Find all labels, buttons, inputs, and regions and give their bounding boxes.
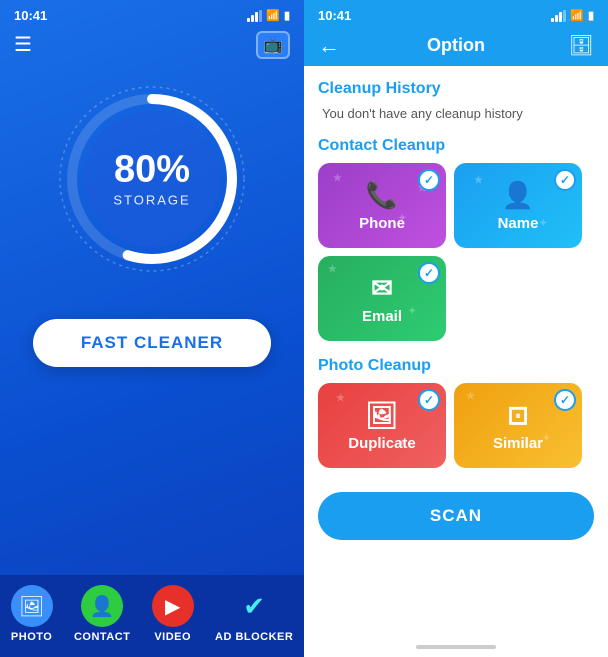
name-card-icon: 👤 [502, 180, 534, 211]
nav-item-contact[interactable]: 👤 CONTACT [74, 585, 130, 643]
storage-circle: 80% STORAGE [52, 79, 252, 279]
top-bar-left: ☰ 📺 [0, 27, 304, 59]
left-panel: 10:41 📶 ▮ ☰ 📺 80% [0, 0, 304, 657]
bottom-bar [416, 645, 496, 649]
similar-check: ✓ [554, 389, 576, 411]
email-check: ✓ [418, 262, 440, 284]
nav-label-video: VIDEO [154, 631, 191, 643]
hamburger-icon[interactable]: ☰ [14, 35, 32, 55]
bottom-nav: 🖼 PHOTO 👤 CONTACT ▶ VIDEO ✔ AD BLOCKER [0, 575, 304, 657]
scan-button[interactable]: SCAN [318, 492, 594, 540]
duplicate-card-icon: 🖼 [365, 400, 398, 431]
database-icon[interactable]: 🗄 [569, 33, 594, 58]
storage-label: STORAGE [113, 193, 190, 208]
photo-icon: 🖼 [11, 585, 53, 627]
storage-text: 80% STORAGE [113, 151, 190, 208]
duplicate-check: ✓ [418, 389, 440, 411]
adblocker-icon: ✔ [233, 585, 275, 627]
battery-icon: ▮ [284, 9, 290, 22]
name-label: Name [498, 215, 539, 232]
time-left: 10:41 [14, 8, 47, 23]
right-content: Cleanup History You don't have any clean… [304, 66, 608, 637]
email-card-icon: ✉ [371, 273, 393, 304]
back-button[interactable]: ← [318, 33, 340, 59]
contact-icon: 👤 [81, 585, 123, 627]
nav-label-adblocker: AD BLOCKER [215, 631, 293, 643]
phone-label: Phone [359, 215, 405, 232]
status-icons-right: 📶 ▮ [551, 9, 594, 22]
status-bar-left: 10:41 📶 ▮ [0, 0, 304, 27]
similar-label: Similar [493, 435, 543, 452]
option-title: Option [427, 35, 485, 56]
signal-icon-right [551, 10, 566, 22]
card-similar[interactable]: ★ ✦ ✓ ⊡ Similar [454, 383, 582, 468]
photo-cleanup-title: Photo Cleanup [318, 357, 594, 375]
card-phone[interactable]: ★ ✦ ★ ✓ 📞 Phone [318, 163, 446, 248]
cleanup-history-empty: You don't have any cleanup history [318, 106, 594, 121]
cleanup-history-title: Cleanup History [318, 80, 594, 98]
time-right: 10:41 [318, 8, 351, 23]
name-check: ✓ [554, 169, 576, 191]
status-icons-left: 📶 ▮ [247, 9, 290, 22]
bottom-indicator [304, 637, 608, 657]
contact-cleanup-grid: ★ ✦ ★ ✓ 📞 Phone ★ ✦ ✓ 👤 Name [318, 163, 594, 341]
app-icon: 📺 [256, 31, 290, 59]
wifi-icon-right: 📶 [570, 9, 584, 22]
nav-label-photo: PHOTO [11, 631, 52, 643]
right-panel: 10:41 📶 ▮ ← Option 🗄 Cleanup History You… [304, 0, 608, 657]
phone-check: ✓ [418, 169, 440, 191]
duplicate-label: Duplicate [348, 435, 416, 452]
option-bar: ← Option 🗄 [304, 27, 608, 66]
similar-card-icon: ⊡ [507, 400, 529, 431]
phone-card-icon: 📞 [366, 180, 398, 211]
card-duplicate[interactable]: ★ ✦ ★ ✓ 🖼 Duplicate [318, 383, 446, 468]
video-icon: ▶ [152, 585, 194, 627]
nav-label-contact: CONTACT [74, 631, 130, 643]
status-bar-right: 10:41 📶 ▮ [304, 0, 608, 27]
email-label: Email [362, 308, 402, 325]
card-name[interactable]: ★ ✦ ✓ 👤 Name [454, 163, 582, 248]
battery-icon-right: ▮ [588, 9, 594, 22]
nav-item-video[interactable]: ▶ VIDEO [152, 585, 194, 643]
storage-percent: 80% [113, 151, 190, 189]
signal-icon [247, 10, 262, 22]
nav-item-adblocker[interactable]: ✔ AD BLOCKER [215, 585, 293, 643]
fast-cleaner-button[interactable]: FAST CLEANER [33, 319, 271, 367]
photo-cleanup-grid: ★ ✦ ★ ✓ 🖼 Duplicate ★ ✦ ✓ ⊡ Similar [318, 383, 594, 468]
wifi-icon: 📶 [266, 9, 280, 22]
card-email[interactable]: ★ ✦ ✓ ✉ Email [318, 256, 446, 341]
contact-cleanup-title: Contact Cleanup [318, 137, 594, 155]
nav-item-photo[interactable]: 🖼 PHOTO [11, 585, 53, 643]
